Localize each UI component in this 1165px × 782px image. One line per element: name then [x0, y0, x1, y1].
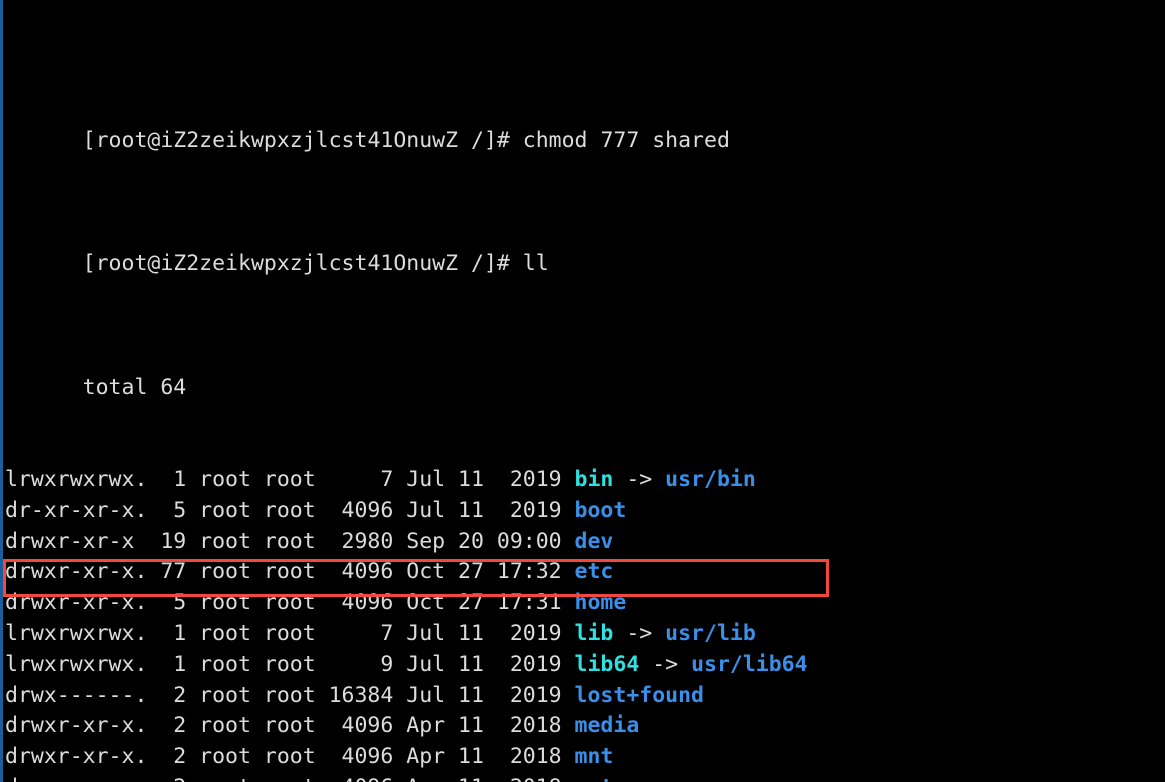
- command-line-2: [root@iZ2zeikwpxzjlcst41OnuwZ /]# ll: [5, 219, 1165, 276]
- file-metadata: dr-xr-xr-x. 5 root root 4096 Jul 11 2019: [5, 497, 575, 523]
- file-metadata: lrwxrwxrwx. 1 root root 9 Jul 11 2019: [5, 651, 575, 677]
- file-name: etc: [574, 559, 614, 585]
- file-listing-row: lrwxrwxrwx. 1 root root 9 Jul 11 2019 li…: [5, 650, 1165, 681]
- file-listing-row: drwxr-xr-x. 5 root root 4096 Oct 27 17:3…: [5, 588, 1165, 619]
- symlink-target: usr/bin: [665, 466, 756, 492]
- file-name: opt: [575, 775, 614, 782]
- terminal-left-border: [0, 0, 3, 782]
- file-name: mnt: [574, 744, 614, 770]
- file-metadata: drwxr-xr-x. 2 root root 4096 Apr 11 2018: [5, 713, 575, 739]
- file-listing-row: drwxr-xr-x. 2 root root 4096 Apr 11 2018…: [5, 742, 1165, 773]
- total-text: total 64: [82, 374, 187, 400]
- symlink-target: usr/lib: [665, 620, 756, 646]
- command-text: ll: [522, 251, 549, 277]
- total-line: total 64: [5, 342, 1165, 400]
- symlink-arrow: ->: [639, 651, 692, 677]
- shell-prompt: [root@iZ2zeikwpxzjlcst41OnuwZ /]#: [82, 128, 523, 154]
- file-listing-row: drwxr-xr-x. 2 root root 4096 Apr 11 2018…: [5, 711, 1165, 742]
- symlink-arrow: ->: [613, 620, 666, 646]
- file-name: lib: [574, 620, 614, 646]
- terminal-screen[interactable]: [root@iZ2zeikwpxzjlcst41OnuwZ /]# chmod …: [5, 3, 1165, 782]
- file-name: bin: [574, 466, 614, 492]
- file-listing-row: drwx------. 2 root root 16384 Jul 11 201…: [5, 681, 1165, 712]
- symlink-arrow: ->: [613, 466, 666, 492]
- file-metadata: drwxr-xr-x. 2 root root 4096 Apr 11 2018: [5, 744, 575, 770]
- file-listing: lrwxrwxrwx. 1 root root 7 Jul 11 2019 bi…: [5, 465, 1165, 782]
- file-listing-row: lrwxrwxrwx. 1 root root 7 Jul 11 2019 bi…: [5, 465, 1165, 496]
- command-text: chmod 777 shared: [522, 128, 730, 154]
- file-metadata: drwxr-xr-x 19 root root 2980 Sep 20 09:0…: [5, 528, 575, 554]
- terminal-window[interactable]: [root@iZ2zeikwpxzjlcst41OnuwZ /]# chmod …: [0, 0, 1165, 782]
- file-name: dev: [574, 528, 614, 554]
- file-name: media: [574, 713, 640, 739]
- file-name: boot: [574, 497, 627, 523]
- file-metadata: drwxr-xr-x. 2 root root 4096 Apr 11 2018: [5, 775, 575, 782]
- file-listing-row: lrwxrwxrwx. 1 root root 7 Jul 11 2019 li…: [5, 619, 1165, 650]
- file-listing-row: drwxr-xr-x. 77 root root 4096 Oct 27 17:…: [5, 557, 1165, 588]
- file-metadata: lrwxrwxrwx. 1 root root 7 Jul 11 2019: [5, 466, 575, 492]
- file-name: home: [574, 590, 627, 616]
- file-name: lib64: [574, 651, 640, 677]
- file-listing-row: dr-xr-xr-x. 5 root root 4096 Jul 11 2019…: [5, 496, 1165, 527]
- file-listing-row: drwxr-xr-x 19 root root 2980 Sep 20 09:0…: [5, 527, 1165, 558]
- file-name: lost+found: [574, 682, 704, 708]
- file-metadata: drwxr-xr-x. 5 root root 4096 Oct 27 17:3…: [5, 590, 575, 616]
- file-metadata: drwxr-xr-x. 77 root root 4096 Oct 27 17:…: [5, 559, 575, 585]
- shell-prompt: [root@iZ2zeikwpxzjlcst41OnuwZ /]#: [82, 251, 523, 277]
- symlink-target: usr/lib64: [691, 651, 808, 677]
- file-listing-row: drwxr-xr-x. 2 root root 4096 Apr 11 2018…: [5, 773, 1165, 782]
- file-metadata: drwx------. 2 root root 16384 Jul 11 201…: [5, 682, 575, 708]
- command-line-1: [root@iZ2zeikwpxzjlcst41OnuwZ /]# chmod …: [5, 95, 1165, 153]
- file-metadata: lrwxrwxrwx. 1 root root 7 Jul 11 2019: [5, 620, 575, 646]
